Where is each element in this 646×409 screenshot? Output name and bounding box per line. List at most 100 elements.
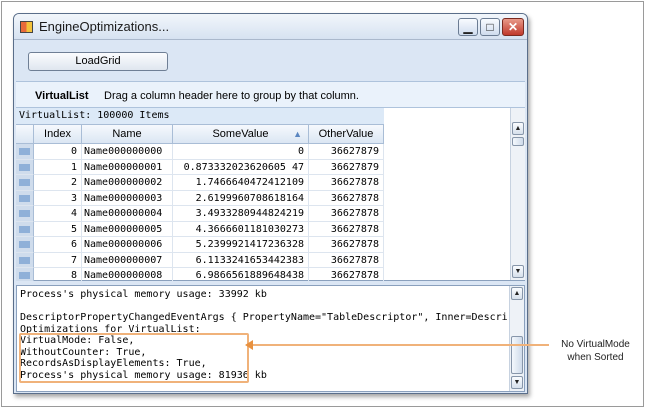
minimize-button[interactable]: ▁ bbox=[458, 18, 478, 36]
cell-somevalue[interactable]: 5.2399921417236328 bbox=[173, 237, 309, 253]
row-marker-icon bbox=[19, 256, 30, 264]
table-row[interactable]: 3 Name000000003 2.6199960708618164 36627878 bbox=[16, 190, 384, 206]
row-marker-icon bbox=[19, 194, 30, 202]
cell-somevalue[interactable]: 3.4933280944824219 bbox=[173, 206, 309, 222]
row-header[interactable] bbox=[16, 268, 34, 281]
row-header[interactable] bbox=[16, 221, 34, 237]
column-header-somevalue-label: SomeValue bbox=[212, 128, 269, 140]
table-row[interactable]: 4 Name000000004 3.4933280944824219 36627878 bbox=[16, 206, 384, 222]
load-grid-button[interactable]: LoadGrid bbox=[28, 52, 168, 71]
grid-caption: VirtualList: 100000 Items bbox=[16, 108, 384, 125]
cell-othervalue[interactable]: 36627878 bbox=[309, 221, 384, 237]
row-header[interactable] bbox=[16, 190, 34, 206]
table-row[interactable]: 6 Name000000006 5.2399921417236328 36627878 bbox=[16, 237, 384, 253]
group-drop-area[interactable]: VirtualList Drag a column header here to… bbox=[16, 81, 525, 108]
row-header[interactable] bbox=[16, 144, 34, 160]
cell-othervalue[interactable]: 36627878 bbox=[309, 190, 384, 206]
table-row[interactable]: 2 Name000000002 1.7466640472412109 36627878 bbox=[16, 175, 384, 191]
grid-rows: 0 Name000000000 0 36627879 1 Name000000001 0.8… bbox=[16, 144, 384, 281]
log-line: Process's physical memory usage: 33992 k… bbox=[20, 289, 267, 300]
cell-somevalue[interactable]: 1.7466640472412109 bbox=[173, 175, 309, 191]
row-header[interactable] bbox=[16, 252, 34, 268]
row-header[interactable] bbox=[16, 237, 34, 253]
table-row[interactable]: 7 Name000000007 6.1133241653442383 36627878 bbox=[16, 252, 384, 268]
cell-name[interactable]: Name000000004 bbox=[82, 206, 173, 222]
cell-name[interactable]: Name000000008 bbox=[82, 268, 173, 281]
table-row[interactable]: 1 Name000000001 0.873332023620605 47 366278… bbox=[16, 159, 384, 175]
column-header-name[interactable]: Name bbox=[82, 125, 173, 144]
callout-arrow-icon bbox=[245, 340, 253, 350]
row-marker-icon bbox=[19, 163, 30, 171]
log-scroll-thumb[interactable] bbox=[511, 336, 523, 374]
cell-name[interactable]: Name000000005 bbox=[82, 221, 173, 237]
row-header[interactable] bbox=[16, 159, 34, 175]
row-marker-icon bbox=[19, 272, 30, 279]
highlight-box bbox=[19, 333, 249, 383]
cell-index[interactable]: 8 bbox=[34, 268, 82, 281]
callout-line bbox=[249, 344, 549, 346]
grid: VirtualList: 100000 Items Index Name Som… bbox=[16, 108, 525, 281]
cell-somevalue[interactable]: 6.9866561889648438 bbox=[173, 268, 309, 281]
app-icon bbox=[20, 21, 33, 33]
grid-vertical-scrollbar[interactable]: ▲ ▼ bbox=[510, 108, 525, 280]
cell-name[interactable]: Name000000007 bbox=[82, 252, 173, 268]
row-header[interactable] bbox=[16, 175, 34, 191]
cell-othervalue[interactable]: 36627878 bbox=[309, 206, 384, 222]
table-row[interactable]: 8 Name000000008 6.9866561889648438 36627878 bbox=[16, 268, 384, 281]
column-header-somevalue[interactable]: SomeValue ▲ bbox=[173, 125, 309, 144]
cell-somevalue[interactable]: 0.873332023620605 47 bbox=[173, 159, 309, 175]
cell-index[interactable]: 7 bbox=[34, 252, 82, 268]
cell-name[interactable]: Name000000001 bbox=[82, 159, 173, 175]
annotation-line-2: when Sorted bbox=[567, 352, 624, 363]
cell-index[interactable]: 6 bbox=[34, 237, 82, 253]
table-row[interactable]: 5 Name000000005 4.3666601181030273 36627878 bbox=[16, 221, 384, 237]
cell-othervalue[interactable]: 36627879 bbox=[309, 144, 384, 160]
cell-name[interactable]: Name000000006 bbox=[82, 237, 173, 253]
scroll-thumb[interactable] bbox=[512, 137, 524, 146]
cell-somevalue[interactable]: 2.6199960708618164 bbox=[173, 190, 309, 206]
scroll-up-button[interactable]: ▲ bbox=[512, 122, 524, 135]
title-bar[interactable]: EngineOptimizations... ▁ □ ✕ bbox=[14, 14, 527, 40]
cell-othervalue[interactable]: 36627878 bbox=[309, 252, 384, 268]
scroll-down-button[interactable]: ▼ bbox=[512, 265, 524, 278]
cell-othervalue[interactable]: 36627879 bbox=[309, 159, 384, 175]
cell-othervalue[interactable]: 36627878 bbox=[309, 268, 384, 281]
log-vertical-scrollbar[interactable]: ▲ ▼ bbox=[509, 286, 524, 391]
cell-somevalue[interactable]: 0 bbox=[173, 144, 309, 160]
cell-name[interactable]: Name000000000 bbox=[82, 144, 173, 160]
row-header-corner[interactable] bbox=[16, 125, 34, 144]
row-marker-icon bbox=[19, 241, 30, 248]
maximize-button[interactable]: □ bbox=[480, 18, 500, 36]
column-header-othervalue[interactable]: OtherValue bbox=[309, 125, 384, 144]
row-marker-icon bbox=[19, 210, 30, 217]
window-title: EngineOptimizations... bbox=[39, 19, 170, 34]
row-header[interactable] bbox=[16, 206, 34, 222]
log-scroll-up-button[interactable]: ▲ bbox=[511, 287, 523, 300]
cell-name[interactable]: Name000000003 bbox=[82, 190, 173, 206]
cell-somevalue[interactable]: 4.3666601181030273 bbox=[173, 221, 309, 237]
log-scroll-down-button[interactable]: ▼ bbox=[511, 376, 523, 389]
row-marker-icon bbox=[19, 148, 30, 155]
column-header-index[interactable]: Index bbox=[34, 125, 82, 144]
cell-somevalue[interactable]: 6.1133241653442383 bbox=[173, 252, 309, 268]
log-line: DescriptorPropertyChangedEventArgs { Pro… bbox=[20, 312, 508, 323]
cell-othervalue[interactable]: 36627878 bbox=[309, 237, 384, 253]
annotation-note: No VirtualMode when Sorted bbox=[553, 338, 638, 364]
row-marker-icon bbox=[19, 179, 30, 186]
cell-index[interactable]: 2 bbox=[34, 175, 82, 191]
group-hint: Drag a column header here to group by th… bbox=[104, 90, 359, 102]
cell-index[interactable]: 3 bbox=[34, 190, 82, 206]
cell-othervalue[interactable]: 36627878 bbox=[309, 175, 384, 191]
cell-name[interactable]: Name000000002 bbox=[82, 175, 173, 191]
close-button[interactable]: ✕ bbox=[502, 18, 524, 36]
table-name: VirtualList bbox=[35, 90, 89, 102]
sort-ascending-icon: ▲ bbox=[293, 129, 302, 139]
table-row[interactable]: 0 Name000000000 0 36627879 bbox=[16, 144, 384, 160]
cell-index[interactable]: 4 bbox=[34, 206, 82, 222]
cell-index[interactable]: 1 bbox=[34, 159, 82, 175]
annotation-line-1: No VirtualMode bbox=[561, 339, 630, 350]
row-marker-icon bbox=[19, 225, 30, 233]
cell-index[interactable]: 5 bbox=[34, 221, 82, 237]
cell-index[interactable]: 0 bbox=[34, 144, 82, 160]
